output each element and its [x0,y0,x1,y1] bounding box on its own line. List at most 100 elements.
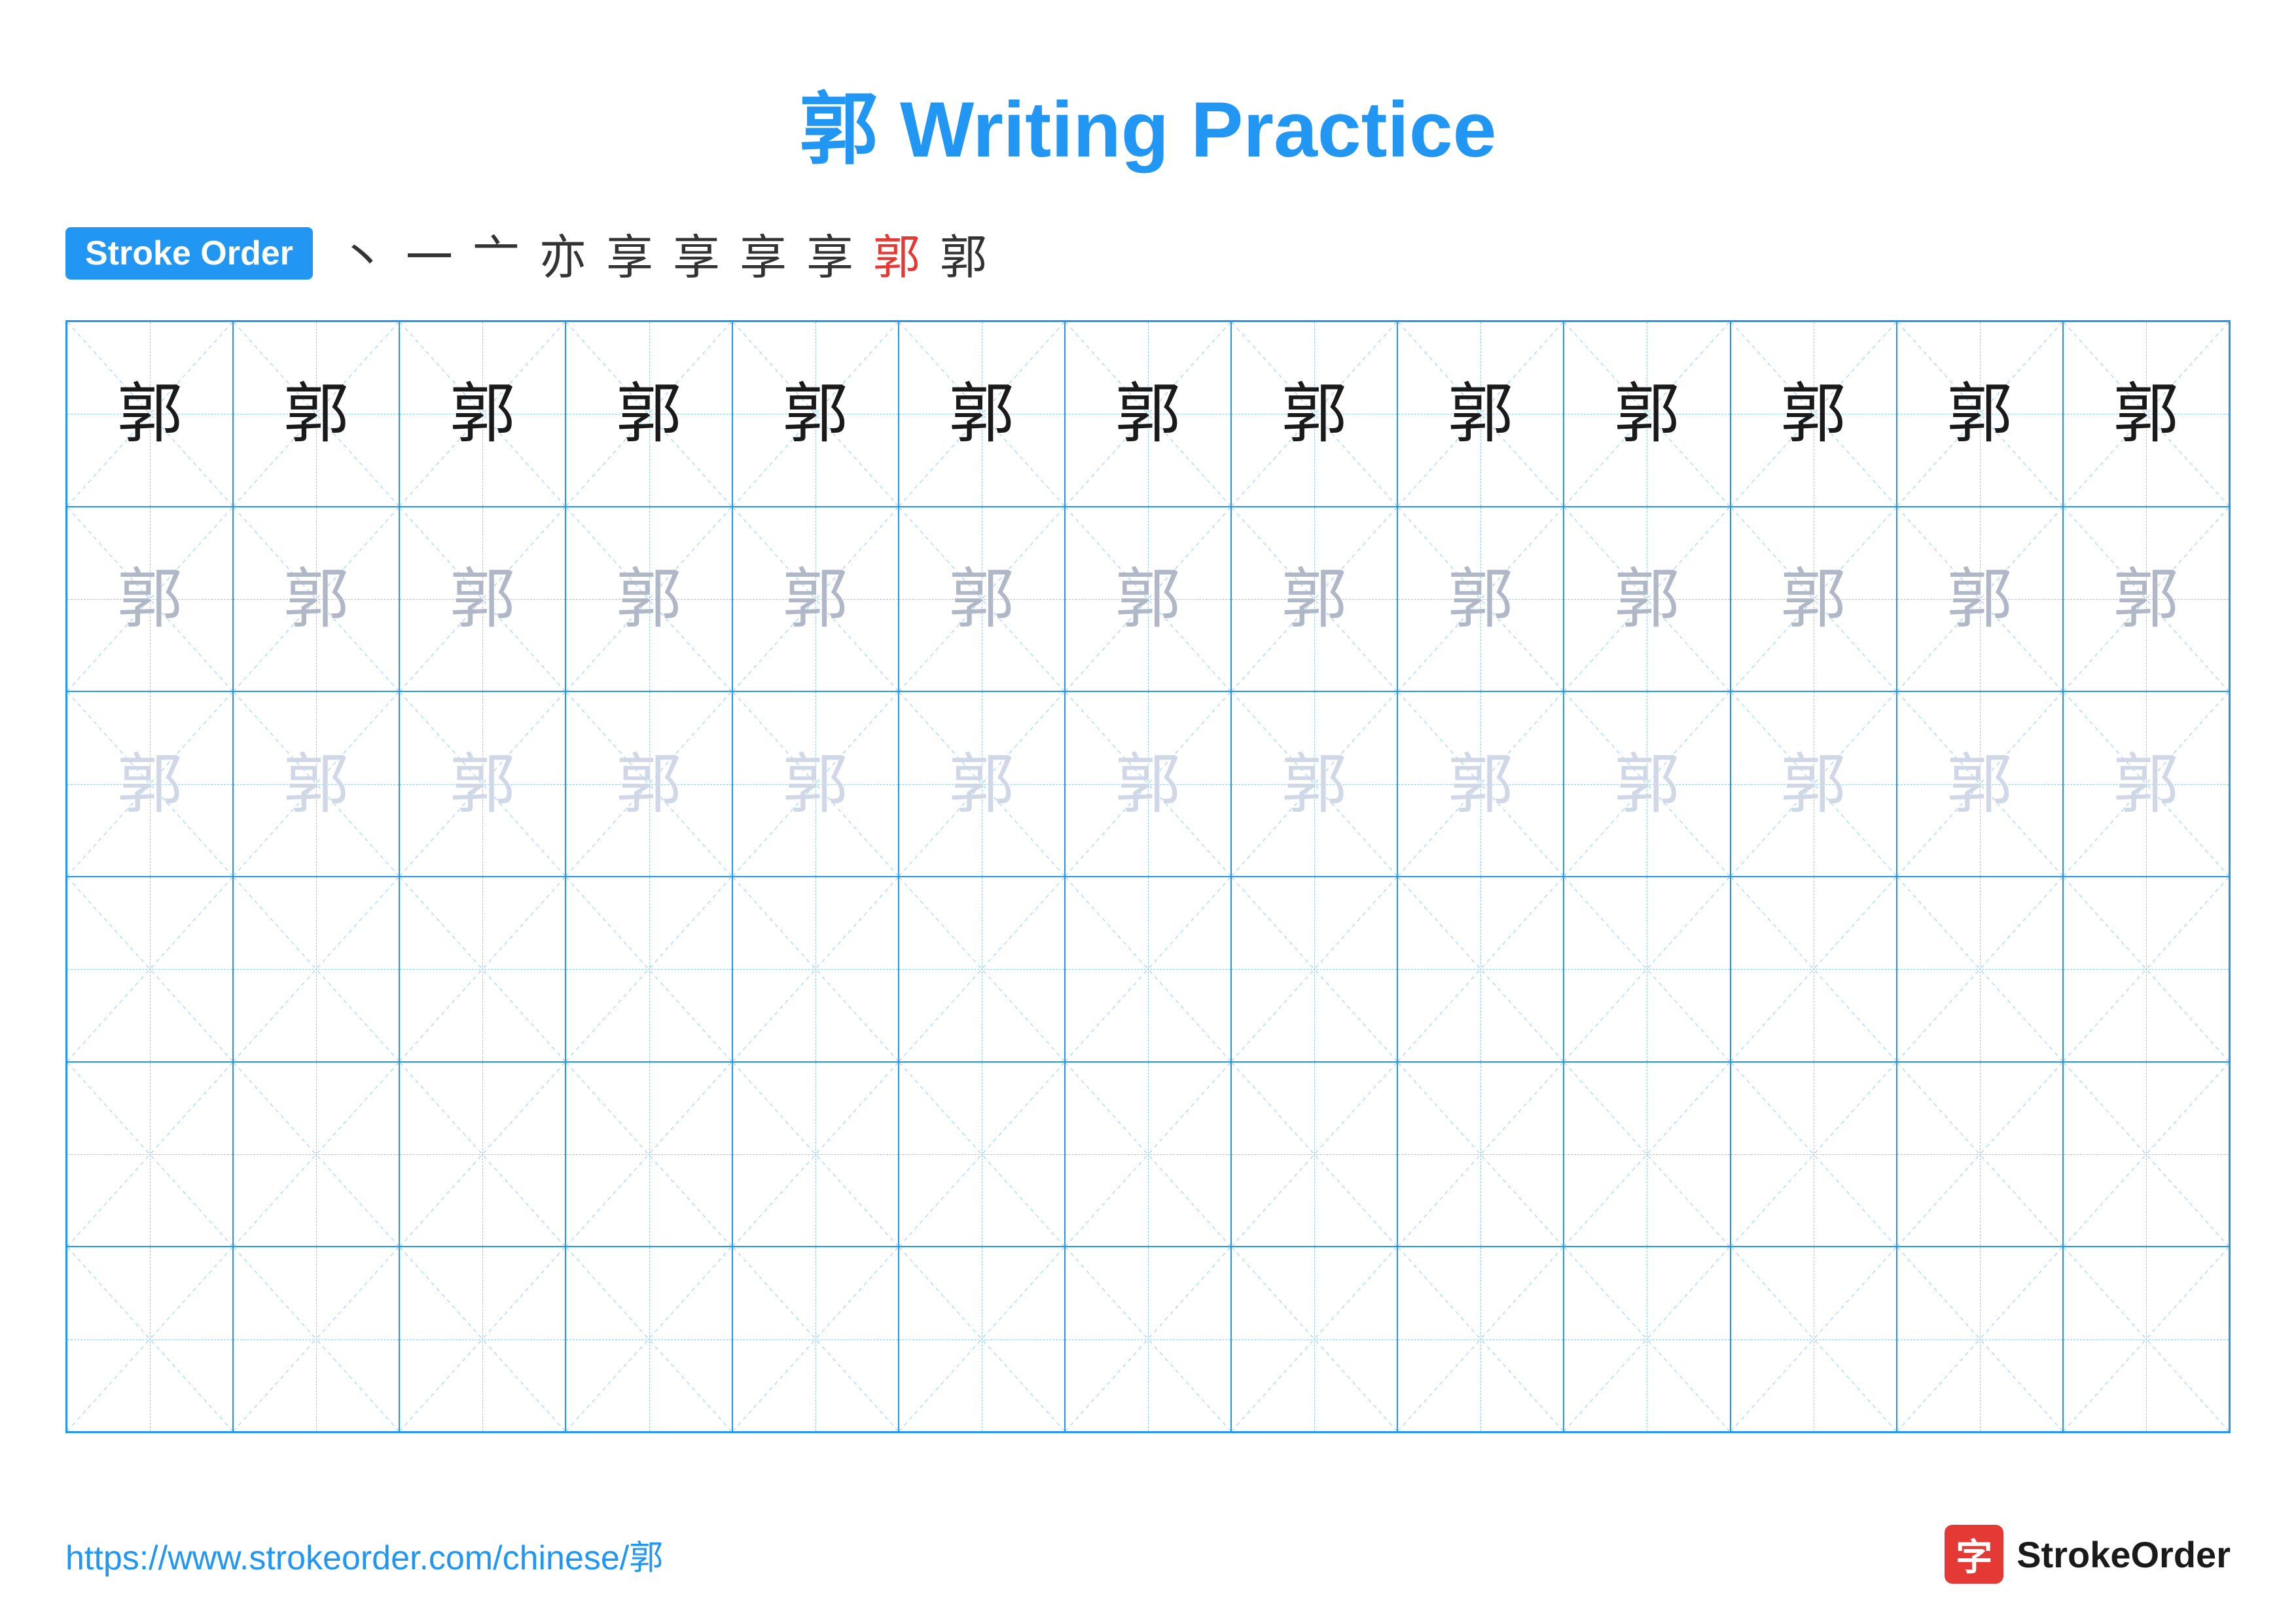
grid-cell[interactable] [899,1062,1065,1247]
grid-cell[interactable]: 郭 [1731,691,1897,877]
grid-cell[interactable] [2063,1247,2229,1432]
grid-cell[interactable]: 郭 [399,321,565,507]
practice-char: 郭 [1781,566,1846,632]
grid-cell[interactable]: 郭 [399,691,565,877]
grid-cell[interactable] [233,1247,399,1432]
grid-cell[interactable] [899,877,1065,1062]
practice-char: 郭 [1947,566,2013,632]
grid-cell[interactable]: 郭 [2063,691,2229,877]
grid-cell[interactable] [1065,877,1231,1062]
grid-cell[interactable] [399,1062,565,1247]
grid-cell[interactable]: 郭 [732,691,899,877]
grid-cell[interactable] [233,877,399,1062]
grid-cell[interactable] [1397,1247,1564,1432]
grid-cell[interactable] [732,1062,899,1247]
practice-char: 郭 [617,752,682,817]
grid-cell[interactable]: 郭 [1897,507,2063,692]
grid-cell[interactable] [1731,877,1897,1062]
stroke-4: 亦 [539,219,586,287]
practice-char: 郭 [1115,566,1181,632]
stroke-10: 郭 [940,219,987,287]
practice-char: 郭 [1115,381,1181,447]
practice-char: 郭 [2113,381,2179,447]
grid-cell[interactable] [1065,1247,1231,1432]
grid-cell[interactable] [67,877,233,1062]
grid-cell[interactable]: 郭 [67,691,233,877]
grid-cell[interactable] [1731,1062,1897,1247]
grid-cell[interactable]: 郭 [1564,691,1730,877]
grid-cell[interactable]: 郭 [1065,321,1231,507]
grid-cell[interactable]: 郭 [1731,321,1897,507]
grid-cell[interactable]: 郭 [732,507,899,692]
grid-cell[interactable]: 郭 [1231,507,1397,692]
grid-cell[interactable]: 郭 [1397,507,1564,692]
grid-cell[interactable] [565,1247,732,1432]
grid-cell[interactable]: 郭 [233,691,399,877]
grid-cell[interactable] [1065,1062,1231,1247]
grid-cell[interactable] [732,1247,899,1432]
grid-cell[interactable] [1564,1062,1730,1247]
grid-cell[interactable]: 郭 [565,691,732,877]
grid-cell[interactable] [1897,1062,2063,1247]
grid-cell[interactable]: 郭 [233,507,399,692]
practice-char: 郭 [783,381,848,447]
grid-cell[interactable]: 郭 [67,507,233,692]
grid-cell[interactable]: 郭 [565,321,732,507]
grid-cell[interactable]: 郭 [1564,321,1730,507]
stroke-2: 一 [406,219,453,287]
practice-char: 郭 [117,752,183,817]
practice-char: 郭 [1282,381,1347,447]
practice-char: 郭 [1282,566,1347,632]
grid-cell[interactable] [233,1062,399,1247]
practice-char: 郭 [1115,752,1181,817]
grid-cell[interactable] [1397,877,1564,1062]
grid-cell[interactable]: 郭 [1397,321,1564,507]
practice-grid: 郭 郭 郭 郭 郭 郭 郭 郭 [65,320,2231,1433]
grid-cell[interactable] [1564,1247,1730,1432]
grid-cell[interactable] [2063,877,2229,1062]
grid-cell[interactable]: 郭 [1731,507,1897,692]
grid-cell[interactable]: 郭 [1897,691,2063,877]
stroke-6: 享 [673,219,720,287]
grid-cell[interactable] [1231,1247,1397,1432]
grid-cell[interactable] [1231,877,1397,1062]
grid-cell[interactable] [399,1247,565,1432]
grid-cell[interactable] [1731,1247,1897,1432]
grid-cell[interactable]: 郭 [399,507,565,692]
grid-cell[interactable] [1897,877,2063,1062]
grid-cell[interactable]: 郭 [233,321,399,507]
grid-cell[interactable]: 郭 [732,321,899,507]
grid-cell[interactable] [899,1247,1065,1432]
grid-cell[interactable]: 郭 [2063,507,2229,692]
grid-cell[interactable]: 郭 [565,507,732,692]
grid-cell[interactable]: 郭 [899,507,1065,692]
grid-cell[interactable]: 郭 [67,321,233,507]
grid-cell[interactable] [2063,1062,2229,1247]
grid-cell[interactable]: 郭 [899,321,1065,507]
page: 郭 Writing Practice Stroke Order 丶 一 亠 亦 … [0,0,2296,1623]
grid-cell[interactable] [1897,1247,2063,1432]
grid-cell[interactable]: 郭 [1231,691,1397,877]
practice-char: 郭 [1282,752,1347,817]
stroke-3: 亠 [473,219,520,287]
grid-cell[interactable] [1397,1062,1564,1247]
grid-cell[interactable] [1231,1062,1397,1247]
grid-cell[interactable]: 郭 [899,691,1065,877]
grid-cell[interactable]: 郭 [1065,691,1231,877]
grid-cell[interactable]: 郭 [1397,691,1564,877]
grid-cell[interactable] [565,1062,732,1247]
grid-cell[interactable] [67,1062,233,1247]
grid-cell[interactable] [732,877,899,1062]
grid-cell[interactable] [565,877,732,1062]
grid-cell[interactable] [67,1247,233,1432]
footer-logo: 字 StrokeOrder [1945,1525,2231,1584]
grid-cell[interactable]: 郭 [1564,507,1730,692]
grid-cell[interactable] [399,877,565,1062]
stroke-order-row: Stroke Order 丶 一 亠 亦 享 享 享 享 郭 郭 [65,219,2231,287]
grid-cell[interactable]: 郭 [1231,321,1397,507]
grid-cell[interactable]: 郭 [1065,507,1231,692]
grid-cell[interactable]: 郭 [1897,321,2063,507]
grid-cell[interactable] [1564,877,1730,1062]
stroke-7: 享 [740,219,787,287]
grid-cell[interactable]: 郭 [2063,321,2229,507]
